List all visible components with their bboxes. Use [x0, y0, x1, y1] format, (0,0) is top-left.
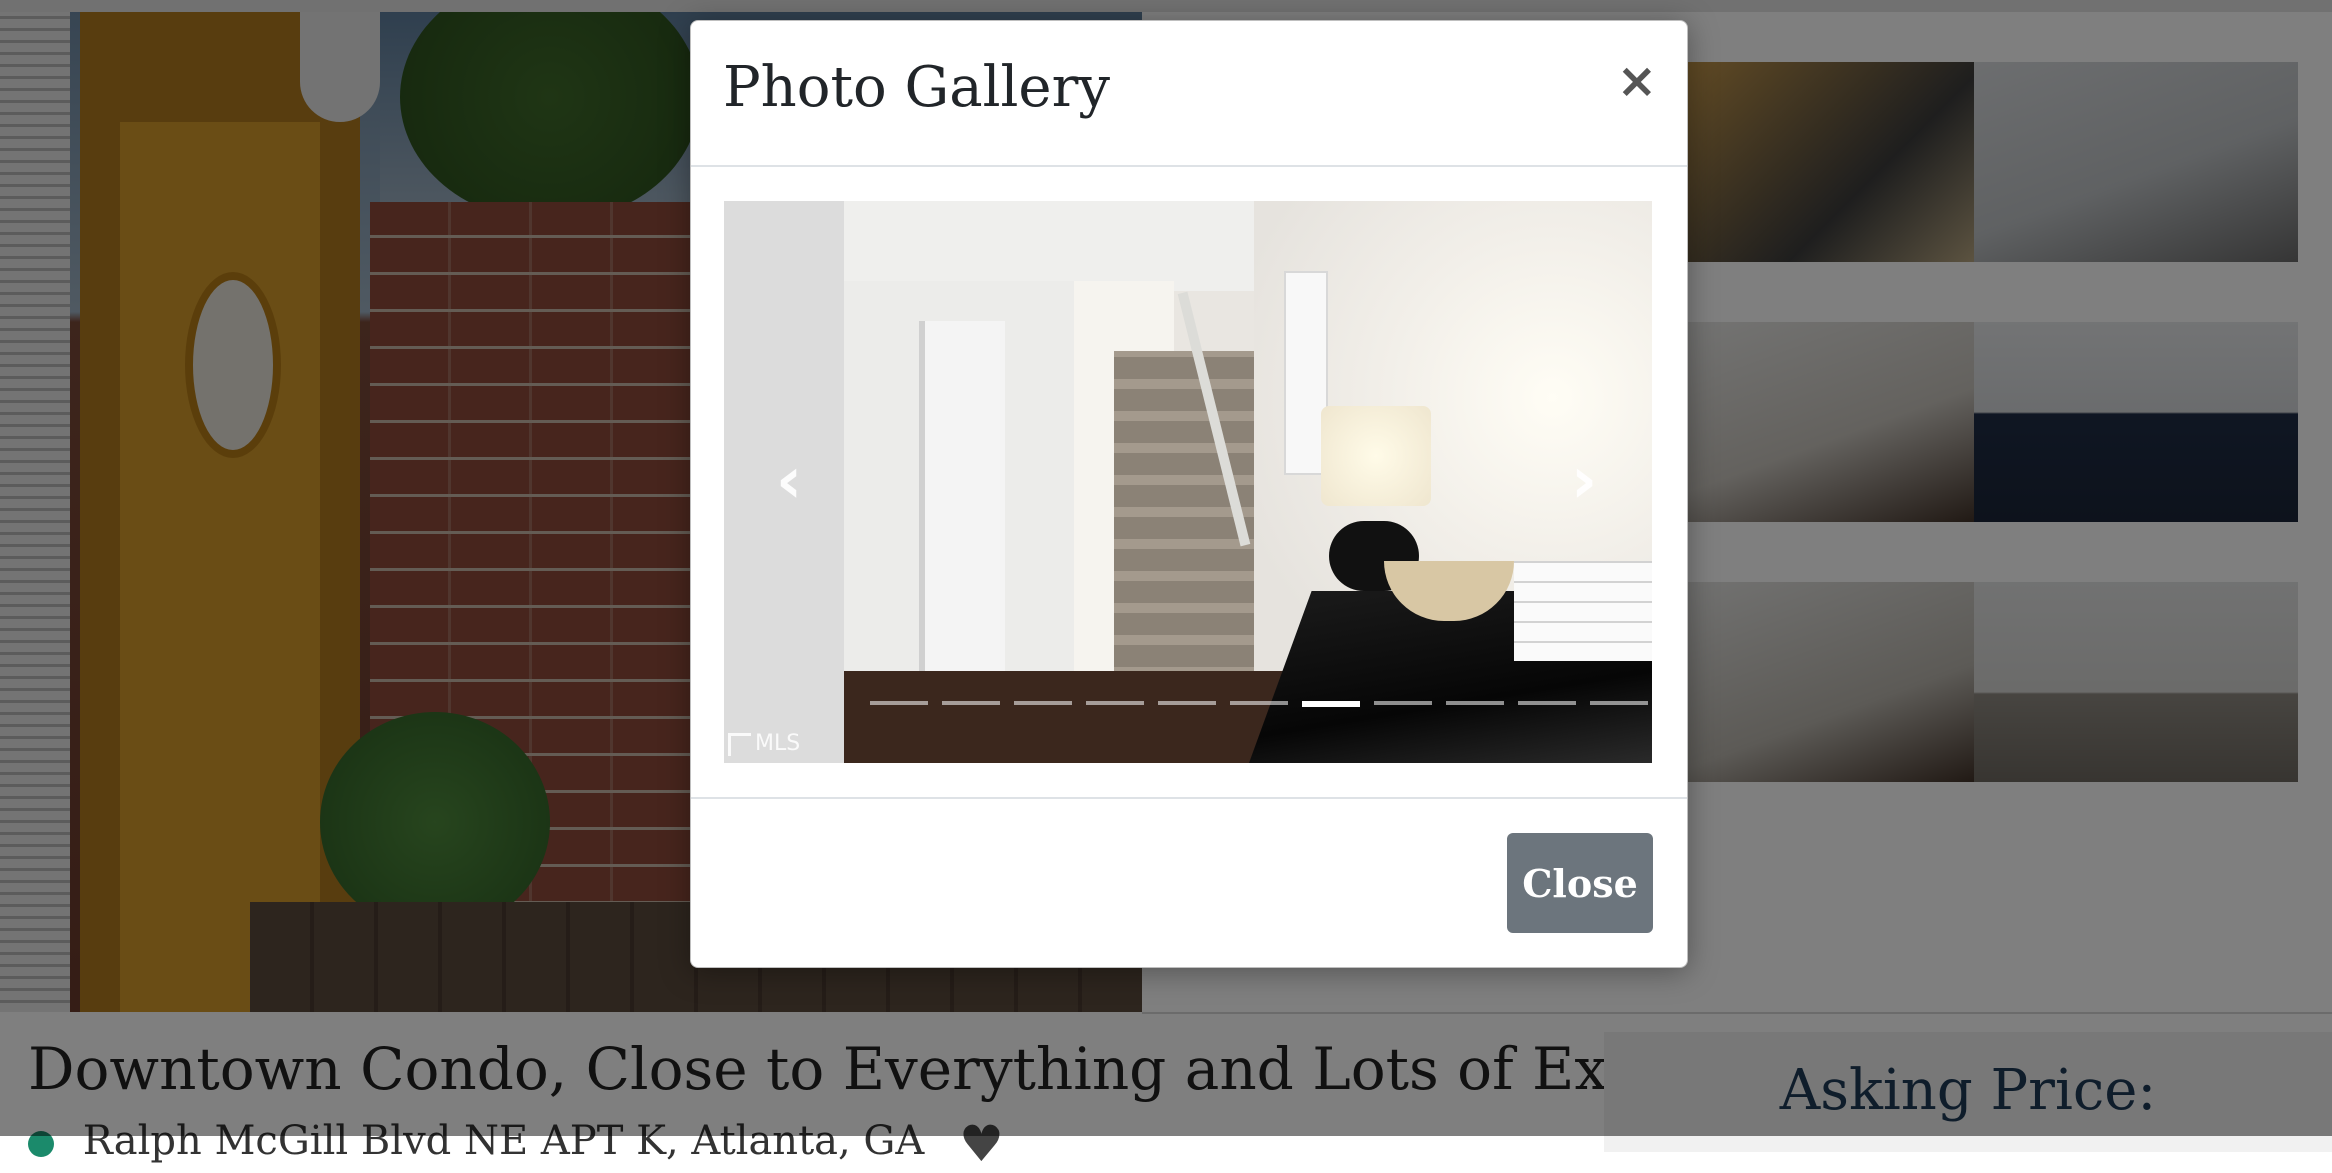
carousel-photo-staircase: MLS	[724, 201, 1652, 763]
carousel-indicator[interactable]	[1302, 701, 1360, 707]
photo-carousel[interactable]: MLS ‹ ›	[724, 201, 1652, 763]
carousel-indicator[interactable]	[870, 701, 928, 705]
carousel-indicator[interactable]	[1158, 701, 1216, 705]
carousel-indicator[interactable]	[1086, 701, 1144, 705]
carousel-prev-chevron-left-icon[interactable]: ‹	[759, 431, 819, 531]
carousel-indicator[interactable]	[1590, 701, 1648, 705]
carousel-indicator[interactable]	[1014, 701, 1072, 705]
carousel-indicator[interactable]	[1374, 701, 1432, 705]
carousel-indicator[interactable]	[1230, 701, 1288, 705]
close-button[interactable]: Close	[1507, 833, 1653, 933]
modal-footer-divider	[691, 797, 1687, 799]
carousel-next-chevron-right-icon[interactable]: ›	[1554, 431, 1614, 531]
modal-header: Photo Gallery ×	[691, 21, 1687, 167]
mls-logo-icon	[728, 732, 751, 756]
carousel-indicator[interactable]	[1446, 701, 1504, 705]
close-icon[interactable]: ×	[1617, 57, 1657, 105]
photo-gallery-modal: Photo Gallery × MLS ‹ › Close	[690, 20, 1688, 968]
modal-title: Photo Gallery	[723, 55, 1110, 120]
carousel-indicator[interactable]	[942, 701, 1000, 705]
carousel-indicator[interactable]	[1518, 701, 1576, 705]
mls-watermark: MLS	[728, 731, 800, 756]
